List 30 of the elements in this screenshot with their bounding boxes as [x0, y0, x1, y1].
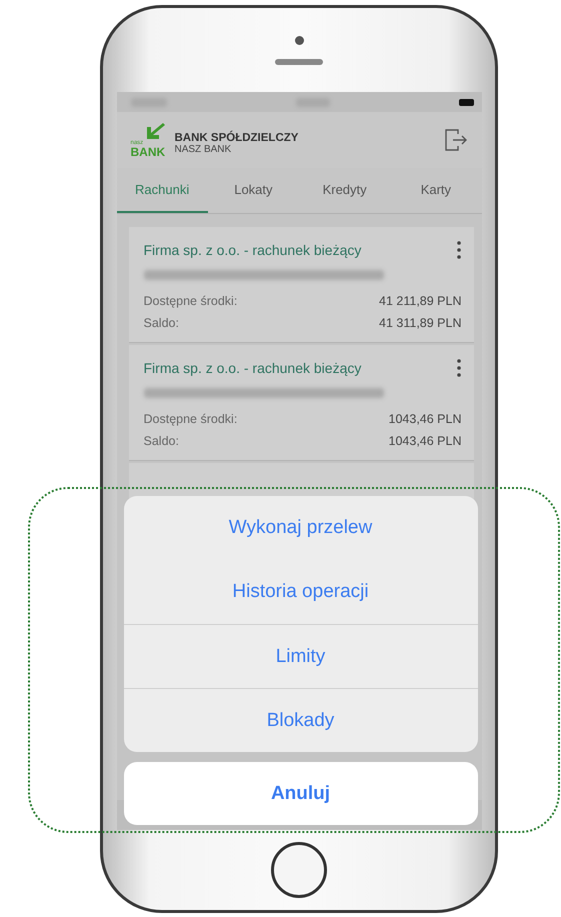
action-option[interactable]: Blokady [124, 688, 478, 752]
action-option[interactable]: Limity [124, 624, 478, 688]
balance-label: Saldo: [144, 315, 179, 332]
tab[interactable]: Karty [390, 168, 482, 213]
balance-value: 1043,46 PLN [388, 433, 462, 450]
battery-icon [458, 98, 474, 106]
action-option[interactable]: Wykonaj przelew [124, 496, 478, 560]
account-card[interactable]: Firma sp. z o.o. - rachunek bieżący Dostępne środki: 1043,46 PLN Saldo: 1043,46 PLN [128, 345, 474, 460]
more-options-icon[interactable] [456, 240, 462, 260]
account-card[interactable]: Firma sp. z o.o. - rachunek bieżący Dostępne środki: 41 211,89 PLN Saldo: 41 311,89 PLN [128, 227, 474, 342]
bank-name: BANK SPÓŁDZIELCZY [174, 132, 300, 144]
tab[interactable]: Lokaty [208, 168, 299, 213]
tab[interactable]: Kredyty [299, 168, 390, 213]
more-options-icon[interactable] [456, 358, 462, 378]
tab[interactable]: Rachunki [116, 168, 208, 213]
balance-value: 1043,46 PLN [388, 411, 462, 428]
balance-label: Saldo: [144, 433, 179, 450]
balance-label: Dostępne środki: [144, 293, 238, 310]
action-option[interactable]: Historia operacji [124, 560, 478, 624]
balance-value: 41 211,89 PLN [379, 293, 462, 310]
cancel-button[interactable]: Anuluj [124, 762, 478, 825]
camera-icon [294, 36, 304, 44]
bank-subtitle: NASZ BANK [174, 144, 232, 154]
balance-label: Dostępne środki: [144, 411, 238, 428]
account-name: Firma sp. z o.o. - rachunek bieżący [144, 360, 362, 376]
account-name: Firma sp. z o.o. - rachunek bieżący [144, 242, 362, 258]
balance-value: 41 311,89 PLN [379, 315, 462, 332]
logout-icon[interactable] [444, 127, 468, 153]
speaker-icon [275, 58, 323, 64]
logo-text: BANK [130, 146, 166, 158]
